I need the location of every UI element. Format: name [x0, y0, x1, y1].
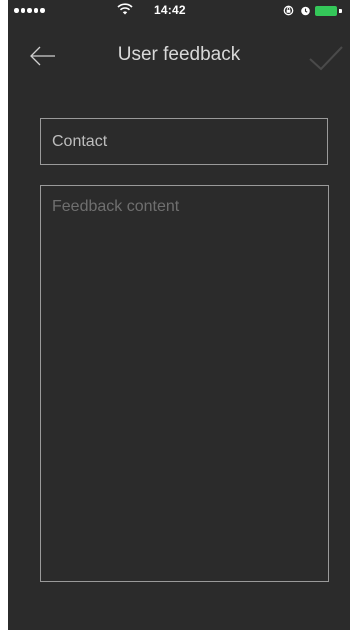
- wifi-icon: [117, 3, 133, 15]
- battery-icon: [315, 6, 337, 16]
- status-time: 14:42: [154, 3, 186, 17]
- rotation-lock-icon: [283, 5, 294, 16]
- page-title: User feedback: [117, 44, 241, 65]
- alarm-icon: [301, 6, 310, 16]
- feedback-screen: 14:42 User feedback: [8, 0, 350, 630]
- feedback-content-textarea[interactable]: [40, 185, 329, 582]
- navigation-bar: User feedback: [8, 30, 350, 80]
- cellular-signal-icon: [14, 8, 45, 13]
- contact-input[interactable]: [40, 118, 328, 165]
- status-bar: 14:42: [8, 0, 350, 22]
- checkmark-icon[interactable]: [308, 44, 344, 72]
- battery-tip: [339, 9, 342, 13]
